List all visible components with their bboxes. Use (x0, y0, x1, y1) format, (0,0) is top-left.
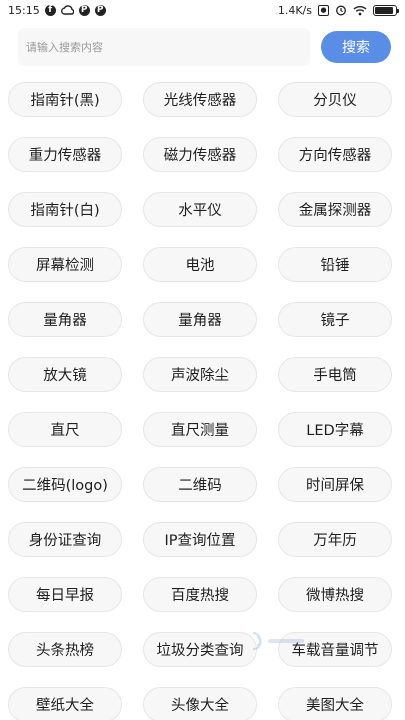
tool-button[interactable]: 二维码(logo) (8, 467, 122, 502)
tool-button[interactable]: 头像大全 (143, 687, 257, 720)
tool-button[interactable]: 放大镜 (8, 357, 122, 392)
tool-button[interactable]: 水平仪 (143, 192, 257, 227)
tool-button[interactable]: IP查询位置 (143, 522, 257, 557)
tool-button[interactable]: 量角器 (143, 302, 257, 337)
status-right: 1.4K/s ● (277, 3, 399, 17)
tool-button[interactable]: 指南针(黑) (8, 82, 122, 117)
battery-icon (373, 4, 399, 16)
tool-button[interactable]: 电池 (143, 247, 257, 282)
cloud-icon (60, 5, 74, 15)
tool-button[interactable]: 头条热榜 (8, 632, 122, 667)
facebook-icon: f (44, 4, 56, 16)
search-button[interactable]: 搜索 (321, 31, 391, 63)
tool-button[interactable]: 磁力传感器 (143, 137, 257, 172)
status-time: 15:15 (8, 3, 40, 17)
status-left: 15:15 f P P (8, 4, 106, 17)
tool-button[interactable]: 光线传感器 (143, 82, 257, 117)
tool-button[interactable]: 手电筒 (278, 357, 392, 392)
tool-button[interactable]: 铅锤 (278, 247, 392, 282)
tool-grid: 指南针(黑) 光线传感器 分贝仪重力传感器 磁力传感器 方向传感器指南针(白) 水平仪 金属… (8, 82, 393, 720)
wifi-icon (353, 5, 367, 16)
tool-button[interactable]: 壁纸大全 (8, 687, 122, 720)
tool-button[interactable]: 重力传感器 (8, 137, 122, 172)
tool-button[interactable]: 指南针(白) (8, 192, 122, 227)
tool-button[interactable]: LED字幕 (278, 412, 392, 447)
tool-button[interactable]: 身份证查询 (8, 522, 122, 557)
screen-record-icon: ● (318, 4, 329, 16)
tool-button[interactable]: 直尺测量 (143, 412, 257, 447)
tool-button[interactable]: 屏幕检测 (8, 247, 122, 282)
network-speed: 1.4K/s (277, 3, 312, 17)
tool-button[interactable]: 万年历 (278, 522, 392, 557)
tool-button[interactable]: 二维码 (143, 467, 257, 502)
tool-button[interactable]: 每日早报 (8, 577, 122, 612)
tool-button[interactable]: 美图大全 (278, 687, 392, 720)
tool-button[interactable]: 车载音量调节 (278, 632, 392, 667)
tool-button[interactable]: 量角器 (8, 302, 122, 337)
tool-button[interactable]: 微博热搜 (278, 577, 392, 612)
tool-button[interactable]: 声波除尘 (143, 357, 257, 392)
search-bar: 搜索 (18, 28, 392, 66)
tool-button[interactable]: 时间屏保 (278, 467, 392, 502)
alarm-icon (335, 4, 347, 16)
tool-button[interactable]: 金属探测器 (278, 192, 392, 227)
tool-button[interactable]: 分贝仪 (278, 82, 392, 117)
tool-button[interactable]: 镜子 (278, 302, 392, 337)
p-icon: P (94, 4, 106, 16)
p-icon: P (78, 4, 90, 16)
tool-button[interactable]: 垃圾分类查询 (143, 632, 257, 667)
search-input[interactable] (18, 28, 310, 66)
tool-button[interactable]: 直尺 (8, 412, 122, 447)
status-bar: 15:15 f P P 1.4K/s ● (0, 0, 405, 20)
tool-button[interactable]: 百度热搜 (143, 577, 257, 612)
tool-button[interactable]: 方向传感器 (278, 137, 392, 172)
